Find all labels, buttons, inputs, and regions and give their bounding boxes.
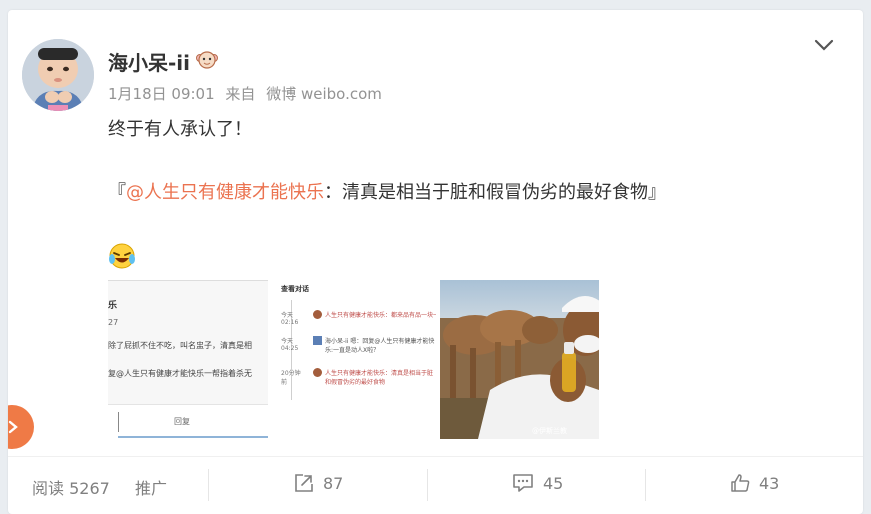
comment-button[interactable]: 45: [512, 473, 563, 493]
post-time[interactable]: 1月18日 09:01: [108, 85, 215, 103]
read-count: 阅读 5267: [32, 475, 110, 499]
thumb2-row-avatar: [313, 310, 322, 319]
image-thumb-3[interactable]: @伊斯兰教: [440, 280, 599, 439]
avatar[interactable]: [22, 39, 94, 111]
orange-side-button[interactable]: [8, 405, 34, 449]
comment-count: 45: [543, 473, 564, 493]
repost-button[interactable]: 87: [294, 473, 343, 493]
thumb1-num: 27: [108, 318, 119, 327]
thumbs-up-icon: [731, 474, 750, 492]
thumb2-row-text: 人生只有健康才能快乐：都来品有品一块一样: [325, 312, 436, 319]
thumb1-line1: 除了屁抓不住不吃，叫名盅子，清真是相: [108, 341, 252, 350]
thumb2-row: 今天 02:16 人生只有健康才能快乐：都来品有品一块一样: [281, 308, 436, 330]
mention-link[interactable]: @人生只有健康才能快乐: [126, 182, 324, 203]
thumb2-row-avatar: [313, 336, 322, 345]
quote-close: 』: [648, 182, 666, 203]
laugh-cry-emoji-icon: [109, 243, 135, 269]
monkey-badge-icon[interactable]: [196, 49, 218, 71]
footer-divider: [645, 469, 646, 501]
thumb1-title: 乐: [108, 301, 118, 311]
thumb2-row-avatar: [313, 368, 322, 377]
thumb2-row-time: 20分钟前: [281, 370, 301, 386]
weibo-post-card: 海小呆-ii 1月18日 09:01 来自 微博 weibo.com 终于有人承…: [8, 10, 863, 514]
post-meta: 1月18日 09:01 来自 微博 weibo.com: [108, 83, 388, 104]
image-thumb-1[interactable]: 乐 27 除了屁抓不住不吃，叫名盅子，清真是相 复@人生只有健康才能快乐一帮指着…: [108, 280, 268, 439]
quote-open: 『: [108, 182, 126, 203]
thumb1-reply-label: 回复: [174, 417, 190, 426]
post-text: 终于有人承认了！: [108, 119, 252, 140]
thumb2-title: 查看对话: [281, 285, 309, 293]
footer-divider: [427, 469, 428, 501]
thumb2-row-time: 今天 02:16: [281, 312, 299, 326]
username[interactable]: 海小呆-ii: [108, 47, 190, 76]
post-source[interactable]: 微博 weibo.com: [266, 85, 382, 103]
chevron-right-icon: [8, 420, 18, 434]
post-footer: 阅读 5267 推广 87 45 43: [8, 456, 863, 514]
chevron-down-icon[interactable]: [812, 36, 836, 54]
repost-icon: [295, 474, 313, 492]
footer-divider: [208, 469, 209, 501]
image-thumb-2[interactable]: 查看对话 今天 02:16 人生只有健康才能快乐：都来品有品一块一样 今天 04…: [273, 280, 438, 439]
photo-watermark: @伊斯兰教: [532, 427, 567, 435]
promote-button[interactable]: 推广: [135, 475, 167, 499]
post-from: 来自: [225, 85, 256, 103]
read-label: 阅读: [32, 479, 65, 498]
comment-icon: [513, 474, 533, 492]
thumb1-reply-button: 回复: [174, 416, 190, 427]
thumb1-line2: 复@人生只有健康才能快乐一帮指着杀无: [108, 369, 252, 378]
quoted-text: 『@人生只有健康才能快乐：清真是相当于脏和假冒伪劣的最好食物』: [108, 178, 666, 204]
quote-body: ：清真是相当于脏和假冒伪劣的最好食物: [324, 182, 648, 203]
thumb2-row-time: 今天 04:25: [281, 338, 299, 352]
baby-avatar-image: [22, 39, 94, 111]
read-number: 5267: [69, 479, 110, 498]
thumb2-row: 今天 04:25 海小呆-ii 嗯：回复@人生只有健康才能快乐:一直是动人X啦？: [281, 334, 436, 356]
thumb2-row-text: 人生只有健康才能快乐：清真是相当于脏和假冒伪劣的最好食物: [325, 370, 434, 386]
thumb2-row-text: 海小呆-ii 嗯：回复@人生只有健康才能快乐:一直是动人X啦？: [325, 338, 435, 354]
thumb2-row: 20分钟前 人生只有健康才能快乐：清真是相当于脏和假冒伪劣的最好食物: [281, 366, 436, 388]
like-button[interactable]: 43: [730, 473, 779, 493]
repost-count: 87: [323, 473, 344, 493]
camel-man-photo: [440, 280, 599, 439]
like-count: 43: [759, 473, 780, 493]
